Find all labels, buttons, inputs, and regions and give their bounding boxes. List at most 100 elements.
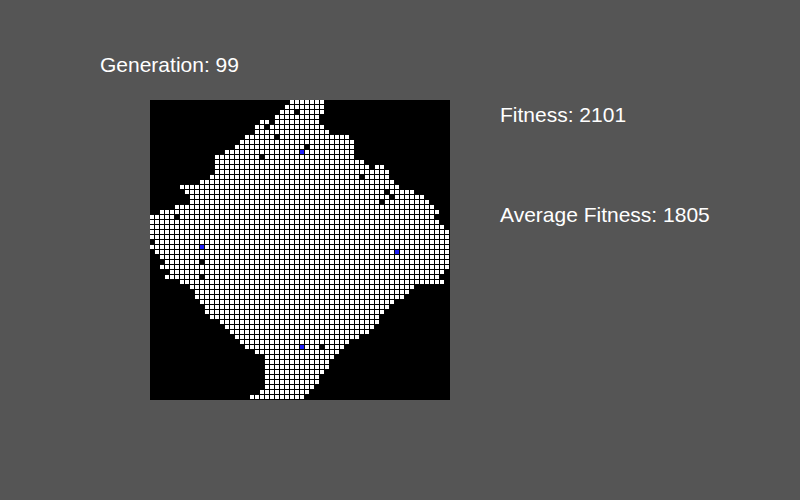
grid-cell: [385, 230, 389, 234]
grid-cell: [385, 195, 389, 199]
grid-cell: [245, 160, 249, 164]
grid-cell: [300, 185, 304, 189]
grid-cell: [295, 100, 299, 104]
grid-cell: [320, 135, 324, 139]
grid-cell: [405, 235, 409, 239]
grid-cell: [445, 220, 449, 224]
grid-cell: [220, 185, 224, 189]
grid-cell: [165, 120, 169, 124]
grid-cell: [195, 260, 199, 264]
grid-cell: [375, 100, 379, 104]
grid-cell: [325, 170, 329, 174]
grid-cell: [150, 135, 154, 139]
grid-cell: [165, 115, 169, 119]
grid-cell: [250, 105, 254, 109]
grid-cell: [215, 165, 219, 169]
grid-cell: [325, 155, 329, 159]
left-column: Generation: 99: [100, 52, 500, 400]
grid-cell: [210, 220, 214, 224]
grid-cell: [380, 105, 384, 109]
grid-cell: [425, 185, 429, 189]
grid-cell: [230, 250, 234, 254]
grid-cell: [250, 230, 254, 234]
grid-cell: [170, 175, 174, 179]
grid-cell: [395, 175, 399, 179]
grid-cell: [150, 145, 154, 149]
grid-cell: [160, 235, 164, 239]
grid-cell: [350, 250, 354, 254]
grid-cell: [200, 180, 204, 184]
grid-cell: [340, 100, 344, 104]
grid-cell: [245, 195, 249, 199]
grid-cell: [310, 125, 314, 129]
grid-cell: [425, 140, 429, 144]
grid-cell: [375, 195, 379, 199]
grid-cell: [335, 245, 339, 249]
grid-cell: [445, 105, 449, 109]
grid-cell: [185, 235, 189, 239]
grid-cell: [375, 135, 379, 139]
grid-cell: [205, 200, 209, 204]
grid-cell: [230, 230, 234, 234]
grid-cell: [295, 155, 299, 159]
grid-cell: [155, 255, 159, 259]
grid-cell: [190, 220, 194, 224]
grid-cell: [290, 220, 294, 224]
grid-cell: [240, 120, 244, 124]
grid-cell: [350, 140, 354, 144]
grid-cell: [215, 215, 219, 219]
grid-cell: [230, 145, 234, 149]
grid-cell: [215, 255, 219, 259]
grid-cell: [410, 180, 414, 184]
grid-cell: [190, 175, 194, 179]
grid-cell: [315, 130, 319, 134]
grid-cell: [390, 135, 394, 139]
grid-cell: [430, 215, 434, 219]
grid-cell: [220, 260, 224, 264]
grid-cell: [355, 235, 359, 239]
grid-cell: [185, 155, 189, 159]
grid-cell: [395, 200, 399, 204]
grid-cell: [165, 130, 169, 134]
grid-cell: [350, 145, 354, 149]
grid-cell: [340, 110, 344, 114]
grid-cell: [220, 150, 224, 154]
grid-cell: [165, 235, 169, 239]
grid-cell: [295, 120, 299, 124]
grid-cell: [180, 130, 184, 134]
grid-cell: [385, 210, 389, 214]
grid-cell: [150, 165, 154, 169]
grid-cell: [350, 120, 354, 124]
grid-cell: [300, 255, 304, 259]
grid-cell: [420, 170, 424, 174]
grid-cell: [185, 120, 189, 124]
grid-cell: [330, 175, 334, 179]
grid-cell: [410, 150, 414, 154]
grid-cell: [305, 210, 309, 214]
grid-cell: [185, 190, 189, 194]
grid-cell: [415, 230, 419, 234]
grid-cell: [295, 125, 299, 129]
grid-cell: [395, 145, 399, 149]
grid-cell: [370, 160, 374, 164]
grid-cell: [285, 245, 289, 249]
grid-cell: [400, 250, 404, 254]
grid-cell: [420, 165, 424, 169]
grid-cell: [435, 165, 439, 169]
grid-cell: [355, 190, 359, 194]
grid-cell: [355, 165, 359, 169]
grid-cell: [355, 155, 359, 159]
grid-cell: [240, 150, 244, 154]
grid-cell: [255, 105, 259, 109]
grid-cell: [380, 155, 384, 159]
grid-cell: [175, 240, 179, 244]
grid-cell: [160, 105, 164, 109]
grid-cell: [425, 150, 429, 154]
grid-cell: [380, 225, 384, 229]
grid-cell: [310, 100, 314, 104]
grid-cell: [395, 180, 399, 184]
grid-cell: [285, 225, 289, 229]
grid-cell: [355, 205, 359, 209]
grid-cell: [410, 125, 414, 129]
grid-cell: [250, 190, 254, 194]
